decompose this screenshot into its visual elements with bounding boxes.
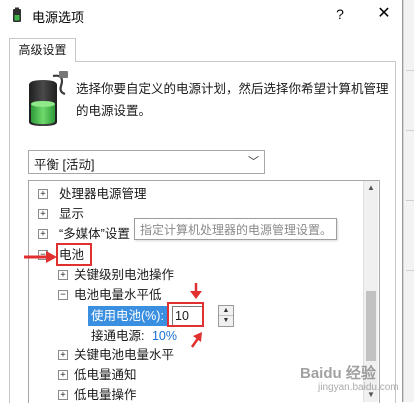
tree-item-label: 处理器电源管理 bbox=[59, 187, 147, 201]
power-plan-dropdown[interactable]: 平衡 [活动] ﹀ bbox=[28, 150, 265, 174]
plugged-in-value[interactable]: 10% bbox=[152, 329, 177, 343]
tree-item-critical-battery-action[interactable]: + 关键级别电池操作 bbox=[58, 265, 175, 285]
plugged-in-label: 接通电源: bbox=[91, 329, 145, 343]
expand-icon[interactable]: + bbox=[38, 189, 48, 199]
tree-item-label: 关键级别电池操作 bbox=[74, 268, 175, 282]
tree-item-low-battery-action[interactable]: + 低电量操作 bbox=[58, 385, 137, 403]
tree-item-label: 显示 bbox=[59, 207, 85, 221]
watermark-url: jingyan.baidu.com bbox=[318, 382, 399, 393]
expand-icon[interactable]: + bbox=[38, 209, 48, 219]
description-line-2: 的电源设置。 bbox=[76, 104, 152, 118]
arrow-down-icon[interactable]: ▼ bbox=[219, 316, 233, 326]
expand-icon[interactable]: + bbox=[58, 390, 68, 400]
power-options-window: 电源选项 ? ✕ 高级设置 选择你要自定义的电源计划，然后选择你希望计算机管理 … bbox=[0, 0, 403, 403]
tree-item-display[interactable]: + 显示 bbox=[38, 204, 85, 224]
expand-icon[interactable]: + bbox=[58, 270, 68, 280]
tree-item-label: 关键电池电量水平 bbox=[74, 348, 175, 362]
tree-item-label: 低电量操作 bbox=[74, 388, 137, 402]
watermark: Baidu 经验 jingyan.baidu.com bbox=[300, 362, 410, 402]
tab-advanced-settings[interactable]: 高级设置 bbox=[9, 38, 76, 62]
help-icon[interactable]: ? bbox=[330, 4, 350, 24]
window-title: 电源选项 bbox=[32, 10, 85, 25]
watermark-logo-text: Baidu 经验 bbox=[300, 365, 376, 382]
expand-icon[interactable]: + bbox=[58, 350, 68, 360]
tree-item-low-battery-level[interactable]: − 电池电量水平低 bbox=[58, 285, 162, 305]
expand-icon[interactable]: + bbox=[38, 229, 48, 239]
title-bar: 电源选项 ? ✕ bbox=[0, 0, 402, 30]
on-battery-label[interactable]: 使用电池(%): bbox=[88, 306, 167, 326]
scrollbar-thumb[interactable] bbox=[366, 291, 376, 361]
tree-item-label: 低电量通知 bbox=[74, 368, 137, 382]
plan-description: 选择你要自定义的电源计划，然后选择你希望计算机管理 的电源设置。 bbox=[76, 78, 396, 122]
arrow-up-icon[interactable]: ▲ bbox=[219, 306, 233, 316]
battery-app-icon bbox=[13, 7, 21, 22]
tooltip: 指定计算机处理器的电源管理设置。 bbox=[134, 218, 337, 240]
tree-item-processor[interactable]: + 处理器电源管理 bbox=[38, 184, 147, 204]
plugged-in-row: 接通电源: 10% bbox=[91, 326, 177, 346]
description-line-1: 选择你要自定义的电源计划，然后选择你希望计算机管理 bbox=[76, 82, 389, 96]
power-plan-selected: 平衡 [活动] bbox=[34, 158, 95, 172]
close-icon[interactable]: ✕ bbox=[372, 3, 396, 25]
annotation-box-value bbox=[167, 302, 204, 327]
tree-item-critical-battery-level[interactable]: + 关键电池电量水平 bbox=[58, 345, 175, 365]
tree-item-label: “多媒体”设置 bbox=[59, 227, 130, 241]
tree-item-multimedia[interactable]: + “多媒体”设置 bbox=[38, 224, 130, 244]
value-spinner[interactable]: ▲ ▼ bbox=[218, 305, 234, 327]
annotation-arrow-up bbox=[190, 332, 202, 348]
collapse-icon[interactable]: − bbox=[58, 290, 68, 300]
expand-icon[interactable]: + bbox=[58, 370, 68, 380]
tree-item-label: 电池电量水平低 bbox=[74, 288, 162, 302]
annotation-arrow-down bbox=[190, 283, 202, 299]
scroll-up-icon[interactable]: ▲ bbox=[364, 181, 378, 195]
chevron-down-icon[interactable]: ﹀ bbox=[248, 153, 259, 169]
annotation-box-battery bbox=[56, 243, 92, 266]
tree-item-low-battery-notification[interactable]: + 低电量通知 bbox=[58, 365, 137, 385]
background-window-edge bbox=[403, 0, 414, 402]
battery-icon bbox=[29, 71, 68, 126]
annotation-arrow-left bbox=[24, 251, 57, 263]
